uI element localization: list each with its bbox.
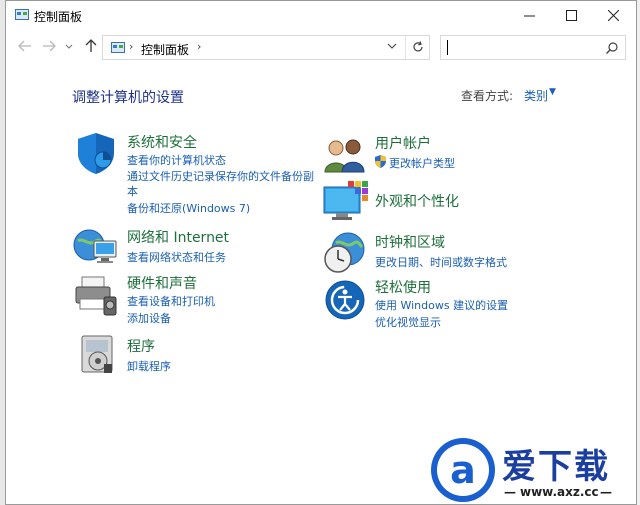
watermark-logo-letter: a bbox=[450, 448, 476, 492]
appearance-monitor-icon[interactable] bbox=[322, 179, 370, 223]
close-icon bbox=[607, 9, 619, 21]
text-caret bbox=[447, 40, 448, 55]
category-title-hardware-sound[interactable]: 硬件和声音 bbox=[127, 273, 197, 293]
printer-icon[interactable] bbox=[72, 273, 120, 317]
link-add-device[interactable]: 添加设备 bbox=[127, 310, 171, 326]
back-button[interactable] bbox=[16, 39, 34, 57]
address-history-button[interactable] bbox=[387, 39, 397, 56]
link-uninstall-program[interactable]: 卸载程序 bbox=[127, 358, 171, 374]
address-bar[interactable]: › 控制面板 › bbox=[102, 35, 430, 60]
category-title-clock-region[interactable]: 时钟和区域 bbox=[375, 232, 445, 252]
dropdown-arrow-icon[interactable]: ▼ bbox=[549, 87, 556, 97]
breadcrumb-control-panel[interactable]: 控制面板 bbox=[141, 41, 189, 58]
link-windows-recommended-settings[interactable]: 使用 Windows 建议的设置 bbox=[375, 297, 508, 313]
category-title-network[interactable]: 网络和 Internet bbox=[127, 227, 229, 247]
link-backup-restore[interactable]: 备份和还原(Windows 7) bbox=[127, 200, 250, 216]
chevron-down-icon bbox=[387, 43, 397, 49]
uac-shield-icon bbox=[375, 155, 386, 168]
category-title-user-accounts[interactable]: 用户帐户 bbox=[375, 133, 431, 153]
search-input[interactable] bbox=[440, 35, 626, 60]
refresh-icon bbox=[413, 41, 423, 52]
recent-locations-button[interactable] bbox=[60, 39, 78, 57]
breadcrumb-chevron-icon[interactable]: › bbox=[197, 40, 201, 53]
up-button[interactable] bbox=[82, 39, 100, 57]
window-title: 控制面板 bbox=[34, 10, 83, 24]
link-file-history[interactable]: 通过文件历史记录保存你的文件备份副 bbox=[127, 168, 314, 184]
link-view-computer-status[interactable]: 查看你的计算机状态 bbox=[127, 152, 226, 168]
breadcrumb-chevron-icon: › bbox=[129, 40, 134, 53]
back-arrow-icon bbox=[18, 40, 31, 52]
close-button[interactable] bbox=[592, 1, 634, 29]
programs-icon[interactable] bbox=[76, 334, 118, 376]
control-panel-icon bbox=[111, 42, 125, 53]
watermark-url-suffix: — bbox=[600, 485, 612, 499]
up-arrow-icon bbox=[85, 39, 97, 52]
link-change-date-time[interactable]: 更改日期、时间或数字格式 bbox=[375, 254, 507, 270]
page-heading: 调整计算机的设置 bbox=[72, 90, 184, 106]
chevron-down-icon bbox=[65, 44, 73, 49]
search-icon bbox=[606, 42, 618, 54]
minimize-icon bbox=[523, 15, 535, 16]
users-icon[interactable] bbox=[322, 134, 368, 174]
forward-button[interactable] bbox=[40, 39, 58, 57]
watermark-url-prefix: — bbox=[504, 485, 516, 499]
control-panel-icon bbox=[15, 9, 29, 20]
navigation-bar: › 控制面板 › bbox=[6, 31, 636, 65]
link-network-status[interactable]: 查看网络状态和任务 bbox=[127, 249, 226, 265]
watermark-logo-icon: a bbox=[431, 438, 495, 502]
category-title-appearance[interactable]: 外观和个性化 bbox=[375, 191, 459, 211]
category-title-programs[interactable]: 程序 bbox=[127, 336, 155, 356]
watermark-url: www.axz.cc bbox=[520, 485, 599, 499]
link-change-account-type[interactable]: 更改帐户类型 bbox=[389, 155, 455, 171]
watermark: a 爱下载 — www.axz.cc — bbox=[428, 435, 638, 505]
category-title-system-security[interactable]: 系统和安全 bbox=[127, 132, 197, 152]
link-file-history-cont[interactable]: 本 bbox=[127, 183, 138, 199]
ease-of-access-icon[interactable] bbox=[324, 279, 366, 321]
title-bar: 控制面板 bbox=[6, 1, 636, 31]
category-title-ease-of-access[interactable]: 轻松使用 bbox=[375, 277, 431, 297]
network-globe-icon[interactable] bbox=[72, 225, 120, 269]
watermark-brand: 爱下载 bbox=[502, 447, 610, 487]
control-panel-window: 控制面板 › 控制面板 › 调整计算机的设置 查看方式: 类别 ▼ 系统和安全 … bbox=[5, 0, 637, 505]
maximize-icon bbox=[565, 9, 577, 21]
view-by-dropdown[interactable]: 类别 bbox=[524, 87, 548, 104]
link-optimize-visual-display[interactable]: 优化视觉显示 bbox=[375, 314, 441, 330]
view-by-label: 查看方式: bbox=[461, 89, 514, 103]
shield-icon[interactable] bbox=[74, 131, 118, 175]
refresh-button[interactable] bbox=[405, 36, 430, 59]
forward-arrow-icon bbox=[43, 40, 56, 52]
link-devices-printers[interactable]: 查看设备和打印机 bbox=[127, 293, 215, 309]
clock-globe-icon[interactable] bbox=[322, 231, 368, 275]
minimize-button[interactable] bbox=[508, 1, 550, 29]
maximize-button[interactable] bbox=[550, 1, 592, 29]
